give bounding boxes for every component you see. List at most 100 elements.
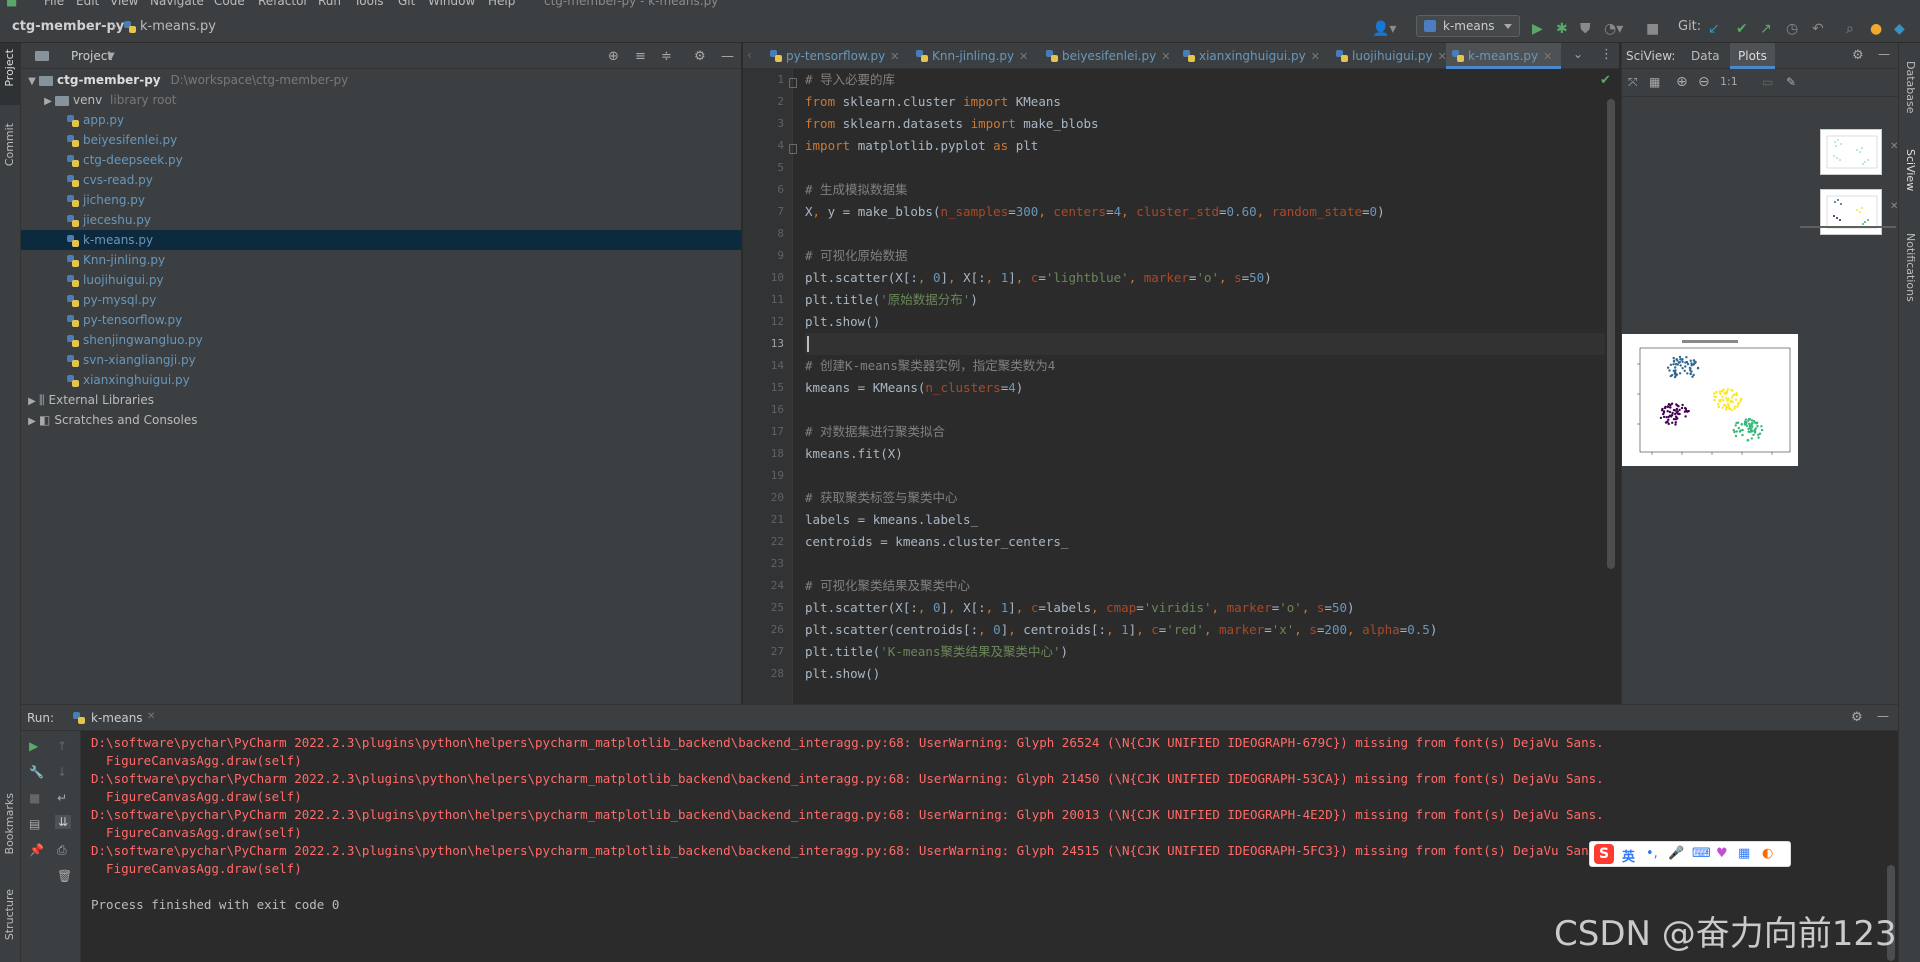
commit-tool-tab[interactable]: Commit bbox=[3, 123, 16, 166]
run-icon[interactable]: ▶ bbox=[1532, 22, 1543, 36]
tree-file[interactable]: svn-xiangliangji.py bbox=[21, 350, 741, 370]
zoom-in-icon[interactable]: ⊕ bbox=[1676, 74, 1688, 90]
mascot-icon[interactable]: ◐ bbox=[1762, 846, 1773, 861]
gear-icon[interactable]: ⚙ bbox=[1851, 710, 1863, 725]
notifications-tool-tab[interactable]: Notifications bbox=[1904, 233, 1917, 302]
menu-window[interactable]: Window bbox=[428, 0, 475, 8]
close-icon[interactable]: ✕ bbox=[1311, 50, 1320, 63]
menu-file[interactable]: File bbox=[44, 0, 64, 8]
debug-icon[interactable]: ✱ bbox=[1556, 22, 1568, 36]
coverage-icon[interactable]: ⛊ bbox=[1580, 22, 1591, 36]
sogou-logo-icon[interactable]: S bbox=[1594, 844, 1614, 864]
search-icon[interactable]: ⌕ bbox=[1846, 22, 1854, 36]
fold-marker-icon[interactable] bbox=[789, 144, 797, 154]
jetbrains-icon[interactable]: ◆ bbox=[1894, 22, 1905, 36]
code-area[interactable]: # 导入必要的库 from sklearn.cluster import KMea… bbox=[805, 69, 1605, 704]
tab-py-tensorflow[interactable]: py-tensorflow.py ✕ bbox=[764, 43, 899, 69]
structure-tool-tab[interactable]: Structure bbox=[3, 889, 16, 940]
inspection-ok-icon[interactable]: ✔ bbox=[1600, 73, 1611, 88]
tree-file[interactable]: ctg-deepseek.py bbox=[21, 150, 741, 170]
print-icon[interactable]: ⎙ bbox=[57, 843, 67, 858]
grid-icon[interactable]: ▦ bbox=[1649, 75, 1660, 89]
tree-file[interactable]: k-means.py bbox=[21, 230, 741, 250]
tree-file[interactable]: luojihuigui.py bbox=[21, 270, 741, 290]
close-icon[interactable]: ✕ bbox=[1543, 50, 1552, 63]
tree-file[interactable]: xianxinghuigui.py bbox=[21, 370, 741, 390]
scroll-to-end-icon[interactable]: ⇊ bbox=[55, 815, 72, 829]
skin-icon[interactable]: ♥ bbox=[1716, 846, 1728, 861]
breadcrumb-file[interactable]: k-means.py bbox=[140, 19, 216, 34]
trash-icon[interactable]: 🗑 bbox=[57, 869, 72, 883]
more-icon[interactable]: ⋮ bbox=[1600, 47, 1613, 62]
editor-scrollbar[interactable] bbox=[1607, 99, 1615, 569]
stop-icon[interactable]: ■ bbox=[1646, 22, 1659, 36]
tab-xianxinghuigui[interactable]: xianxinghuigui.py ✕ bbox=[1177, 43, 1320, 69]
scroll-down-icon[interactable]: ↓ bbox=[57, 765, 67, 779]
tree-file[interactable]: py-tensorflow.py bbox=[21, 310, 741, 330]
actual-size-label[interactable]: 1:1 bbox=[1720, 75, 1738, 88]
profile-icon[interactable]: ◔▾ bbox=[1604, 22, 1623, 36]
menu-run[interactable]: Run bbox=[318, 0, 341, 8]
update-icon[interactable]: ● bbox=[1870, 22, 1882, 36]
menu-code[interactable]: Code bbox=[214, 0, 245, 8]
scroll-up-icon[interactable]: ↑ bbox=[57, 739, 67, 753]
tab-k-means[interactable]: k-means.py ✕ bbox=[1446, 43, 1561, 69]
run-config-select[interactable]: k-means bbox=[1416, 15, 1520, 37]
locate-file-icon[interactable]: ⊕ bbox=[608, 49, 619, 64]
chevron-down-icon[interactable]: ▼ bbox=[107, 51, 115, 62]
bookmarks-tool-tab[interactable]: Bookmarks bbox=[3, 793, 16, 854]
chevron-down-icon[interactable]: ⌄ bbox=[1573, 47, 1583, 61]
hide-icon[interactable]: — bbox=[1877, 709, 1889, 723]
tree-file[interactable]: jieceshu.py bbox=[21, 210, 741, 230]
tree-file[interactable]: cvs-read.py bbox=[21, 170, 741, 190]
tabs-scroll-left-icon[interactable]: ‹ bbox=[747, 48, 752, 62]
tree-file[interactable]: app.py bbox=[21, 110, 741, 130]
fold-marker-icon[interactable] bbox=[789, 78, 797, 88]
keyboard-icon[interactable]: ⌨ bbox=[1692, 846, 1711, 861]
tree-root[interactable]: ▼ ctg-member-py D:\workspace\ctg-member-p… bbox=[21, 70, 741, 90]
close-icon[interactable]: ✕ bbox=[1161, 50, 1170, 63]
tree-file[interactable]: shenjingwangluo.py bbox=[21, 330, 741, 350]
plot-thumbnail-original[interactable] bbox=[1820, 129, 1882, 175]
wrench-icon[interactable]: 🔧 bbox=[29, 765, 44, 779]
database-tool-tab[interactable]: Database bbox=[1904, 61, 1917, 114]
tree-file[interactable]: beiyesifenlei.py bbox=[21, 130, 741, 150]
tab-plots[interactable]: Plots bbox=[1730, 43, 1775, 69]
background-icon[interactable]: ▭ bbox=[1762, 75, 1773, 89]
tree-external-libraries[interactable]: ▶ ⫼ External Libraries bbox=[21, 390, 741, 410]
breadcrumb-project[interactable]: ctg-member-py bbox=[12, 19, 124, 34]
sciview-tool-tab[interactable]: SciView bbox=[1904, 149, 1917, 191]
git-commit-icon[interactable]: ✔ bbox=[1736, 22, 1748, 36]
tree-venv[interactable]: ▶ venv library root bbox=[21, 90, 741, 110]
fit-zoom-icon[interactable]: ⤧ bbox=[1628, 75, 1638, 90]
close-icon[interactable]: ✕ bbox=[147, 711, 155, 722]
punctuation-icon[interactable]: •, bbox=[1646, 846, 1658, 861]
pen-icon[interactable]: ✎ bbox=[1786, 75, 1796, 89]
tab-data[interactable]: Data bbox=[1691, 49, 1720, 63]
menu-edit[interactable]: Edit bbox=[76, 0, 99, 8]
tree-file[interactable]: jicheng.py bbox=[21, 190, 741, 210]
tree-scratches[interactable]: ▶ ◧ Scratches and Consoles bbox=[21, 410, 741, 430]
hide-icon[interactable]: — bbox=[1878, 47, 1890, 61]
hide-icon[interactable]: — bbox=[721, 49, 734, 64]
menu-git[interactable]: Git bbox=[398, 0, 415, 8]
collapse-all-icon[interactable]: ≑ bbox=[661, 49, 672, 64]
close-icon[interactable]: ✕ bbox=[1019, 50, 1028, 63]
project-tool-tab[interactable]: Project bbox=[3, 49, 16, 87]
menu-navigate[interactable]: Navigate bbox=[150, 0, 204, 8]
microphone-icon[interactable]: 🎤 bbox=[1668, 846, 1684, 861]
run-tab[interactable]: k-means bbox=[91, 711, 143, 725]
menu-refactor[interactable]: Refactor bbox=[258, 0, 308, 8]
menu-help[interactable]: Help bbox=[488, 0, 515, 8]
tab-knn-jinling[interactable]: Knn-jinling.py ✕ bbox=[910, 43, 1028, 69]
menu-tools[interactable]: Tools bbox=[354, 0, 384, 8]
user-icon[interactable]: 👤▾ bbox=[1372, 22, 1396, 36]
rerun-icon[interactable]: ▶ bbox=[29, 739, 38, 753]
tab-luojihuigui[interactable]: luojihuigui.py ✕ bbox=[1330, 43, 1447, 69]
git-update-icon[interactable]: ↙ bbox=[1708, 22, 1720, 36]
menu-view[interactable]: View bbox=[110, 0, 138, 8]
gear-icon[interactable]: ⚙ bbox=[1852, 48, 1864, 63]
tab-beiyesifenlei[interactable]: beiyesifenlei.py ✕ bbox=[1040, 43, 1170, 69]
close-icon[interactable]: ✕ bbox=[890, 50, 899, 63]
ime-language[interactable]: 英 bbox=[1622, 846, 1635, 865]
